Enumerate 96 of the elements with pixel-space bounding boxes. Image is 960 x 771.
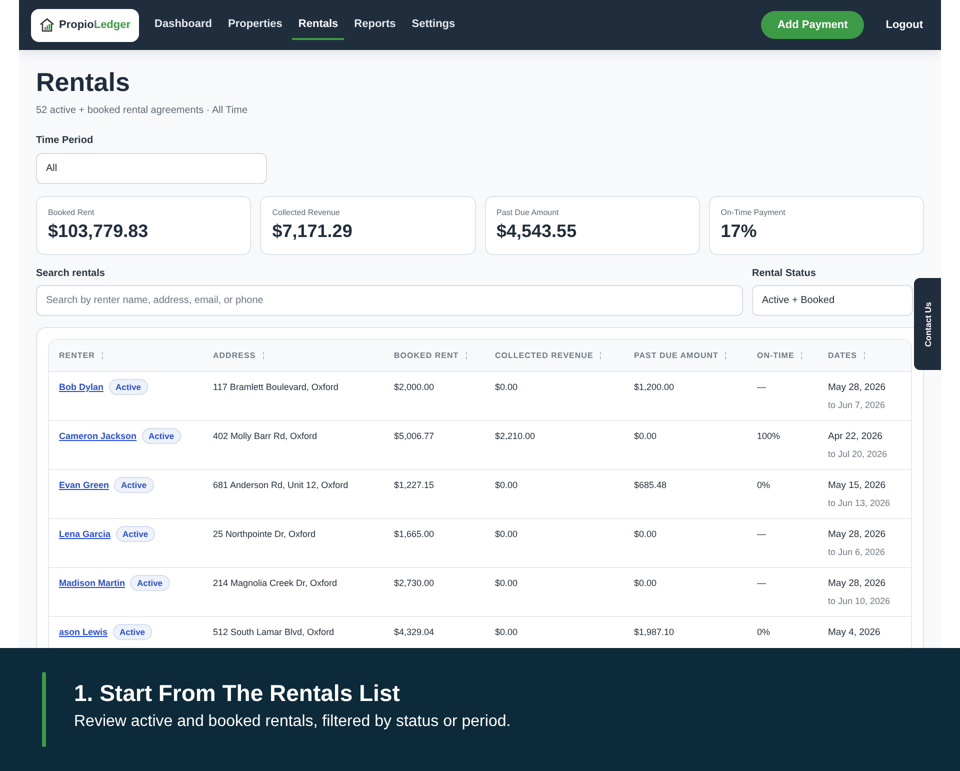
status-badge: Active: [112, 624, 152, 640]
column-header[interactable]: ADDRESS: [213, 351, 256, 360]
stat-label: Past Due Amount: [496, 208, 560, 217]
table-cell: to Jun 6, 2026: [828, 547, 886, 557]
page-title: Rentals: [36, 66, 131, 98]
table-cell: $2,730.00: [394, 578, 434, 588]
nav-tab[interactable]: Dashboard: [148, 10, 218, 40]
status-select[interactable]: Active + Booked: [752, 285, 913, 316]
column-header[interactable]: PAST DUE AMOUNT: [634, 351, 718, 360]
table-cell: $0.00: [495, 627, 518, 637]
table-cell: 0%: [757, 627, 770, 637]
table-cell: $1,200.00: [634, 382, 674, 392]
table-cell: $5,006.77: [394, 431, 434, 441]
page-subtitle: 52 active + booked rental agreements · All Time: [36, 105, 249, 116]
table-cell: 25 Northpointe Dr, Oxford: [213, 529, 316, 539]
column-header[interactable]: BOOKED RENT: [394, 351, 459, 360]
table-cell: to Jun 13, 2026: [828, 498, 890, 508]
table-cell: 681 Anderson Rd, Unit 12, Oxford: [213, 480, 348, 490]
sort-icon[interactable]: [723, 351, 728, 360]
search-field[interactable]: Search by renter name, address, email, or phone: [36, 285, 743, 316]
table-cell: $0.00: [634, 431, 657, 441]
caption-title: 1. Start From The Rentals List: [74, 680, 401, 707]
table-cell: 214 Magnolia Creek Dr, Oxford: [213, 578, 338, 588]
renter-link[interactable]: Cameron Jackson: [59, 431, 137, 441]
add-payment-button[interactable]: Add Payment: [761, 11, 864, 39]
table-cell: to Jun 7, 2026: [828, 400, 886, 410]
time-period-select[interactable]: All: [36, 153, 267, 184]
status-badge: Active: [114, 477, 154, 493]
logo[interactable]: PropioLedger: [31, 8, 139, 42]
status-badge: Active: [108, 379, 148, 395]
stat-label: On-Time Payment: [720, 208, 786, 217]
sort-icon[interactable]: [598, 351, 604, 360]
table-cell: 117 Bramlett Boulevard, Oxford: [213, 382, 338, 392]
contact-us-tab[interactable]: Contact Us: [914, 278, 941, 370]
table-cell: 512 South Lamar Blvd, Oxford: [213, 627, 334, 637]
renter-link[interactable]: Lena Garcia: [59, 529, 111, 539]
renter-link[interactable]: Bob Dylan: [59, 382, 104, 392]
table-cell: 402 Molly Barr Rd, Oxford: [213, 431, 318, 441]
column-header[interactable]: COLLECTED REVENUE: [495, 351, 594, 360]
table-cell: $4,329.04: [394, 627, 434, 637]
nav-tab[interactable]: Reports: [348, 10, 402, 40]
table-cell: $0.00: [495, 480, 518, 490]
nav-tab[interactable]: Properties: [222, 10, 288, 40]
field-label: Search rentals: [36, 268, 106, 279]
logo-text: PropioLedger: [59, 19, 131, 31]
sort-icon[interactable]: [862, 351, 868, 360]
table-cell: $0.00: [495, 382, 518, 392]
table-cell: 0%: [757, 480, 770, 490]
table-cell: $1,227.15: [394, 480, 434, 490]
table-cell: —: [757, 578, 766, 588]
sort-icon[interactable]: [100, 351, 105, 360]
stat-value: $4,543.55: [496, 221, 578, 242]
table-cell-text: Apr 22, 2026: [828, 431, 884, 442]
table-cell: 100%: [757, 431, 780, 441]
column-header[interactable]: DATES: [828, 351, 858, 360]
renter-link[interactable]: Madison Martin: [59, 578, 126, 588]
sort-icon[interactable]: [464, 351, 469, 360]
stat-label: Collected Revenue: [272, 208, 341, 217]
table-cell: —: [757, 382, 766, 392]
stat-value: $103,779.83: [48, 221, 150, 242]
sort-icon[interactable]: [799, 351, 804, 360]
table-cell-text: May 28, 2026: [828, 578, 887, 589]
table-cell: $2,000.00: [394, 382, 434, 392]
status-badge: Active: [130, 575, 170, 591]
field-label: Rental Status: [752, 268, 817, 279]
logout-button[interactable]: Logout: [880, 15, 929, 35]
table-cell: May 28, 2026: [828, 529, 886, 540]
stat-value: $7,171.29: [272, 221, 354, 242]
table-cell-text: May 15, 2026: [828, 480, 887, 491]
table-cell: to Jun 10, 2026: [828, 596, 890, 606]
column-header[interactable]: RENTER: [59, 351, 95, 360]
table-cell: May 4, 2026: [828, 627, 880, 638]
stat-label: Booked Rent: [48, 208, 96, 217]
nav-tab[interactable]: Rentals: [292, 10, 344, 40]
stat-value: 17%: [720, 221, 758, 242]
table-cell: $685.48: [634, 480, 667, 490]
sort-icon[interactable]: [260, 351, 266, 360]
table-cell: $0.00: [495, 529, 518, 539]
renter-link[interactable]: Evan Green: [59, 480, 110, 490]
table-cell: $1,665.00: [394, 529, 434, 539]
table-cell: to Jul 20, 2026: [828, 449, 888, 459]
table-cell: $0.00: [634, 578, 657, 588]
status-badge: Active: [116, 526, 156, 542]
nav-tab[interactable]: Settings: [406, 10, 462, 40]
table-cell: May 28, 2026: [828, 382, 886, 393]
house-chart-icon: [39, 17, 55, 33]
table-cell: —: [757, 529, 766, 539]
caption-text: Review active and booked rentals, filtered by status or period.: [74, 713, 511, 731]
table-cell: $2,210.00: [495, 431, 536, 441]
field-label: Time Period: [36, 135, 94, 146]
renter-link[interactable]: ason Lewis: [59, 627, 108, 637]
table-cell: $1,987.10: [634, 627, 674, 637]
status-badge: Active: [142, 428, 182, 444]
table-cell: $0.00: [495, 578, 518, 588]
column-header[interactable]: ON-TIME: [757, 351, 794, 360]
table-cell: $0.00: [634, 529, 657, 539]
